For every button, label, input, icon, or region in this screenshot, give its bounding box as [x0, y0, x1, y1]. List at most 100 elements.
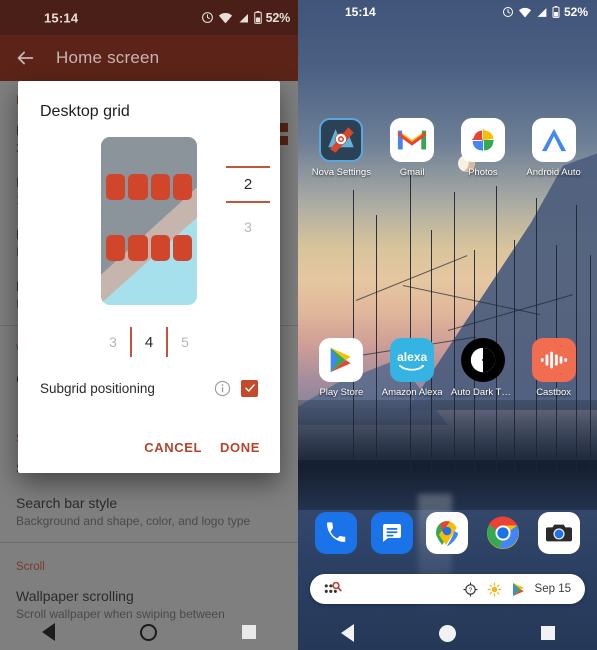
messages-icon[interactable]: [370, 512, 413, 554]
photos-pinwheel-icon: [471, 128, 495, 152]
camera-icon[interactable]: [538, 512, 581, 554]
play-triangle-icon[interactable]: [511, 582, 526, 597]
nav-home-icon[interactable]: [438, 624, 456, 642]
nav-back-icon[interactable]: [340, 624, 354, 642]
subgrid-positioning-row[interactable]: Subgrid positioning: [18, 367, 280, 409]
chrome-logo-icon: [487, 516, 520, 550]
info-icon[interactable]: [214, 380, 231, 397]
status-icons-group: 52%: [502, 5, 588, 19]
search-bar[interactable]: ? Sep 15: [310, 574, 585, 604]
desktop-grid-dialog: Desktop grid 2 3 3 4 5 Subgrid positioni…: [18, 81, 280, 473]
preview-grid-row: [106, 174, 192, 200]
app-label: Play Store: [319, 387, 364, 398]
google-photos-icon: [460, 118, 505, 162]
svg-text:?: ?: [468, 586, 472, 593]
search-bar-date[interactable]: Sep 15: [535, 583, 571, 595]
rows-picker-next[interactable]: 3: [244, 203, 252, 235]
app-label: Gmail: [399, 167, 425, 178]
status-icons-group: 52%: [201, 11, 290, 25]
cancel-button[interactable]: CANCEL: [144, 440, 202, 455]
battery-percent: 52%: [563, 5, 588, 19]
battery-icon: [552, 6, 560, 18]
preview-cell: [150, 174, 170, 200]
nova-search-icon[interactable]: [324, 581, 344, 597]
dots-magnifier-icon: [324, 581, 342, 593]
auto-dark-theme-icon: [460, 338, 505, 382]
app-auto-dark-theme[interactable]: Auto Dark The…: [450, 338, 515, 398]
app-amazon-alexa[interactable]: alexa Amazon Alexa: [381, 338, 443, 398]
google-maps-icon[interactable]: [426, 512, 469, 554]
app-castbox[interactable]: Castbox: [523, 338, 585, 398]
play-triangle-icon: [331, 347, 352, 373]
subgrid-checkbox[interactable]: [241, 379, 258, 397]
page-title: Home screen: [56, 48, 160, 67]
preview-cell: [150, 235, 170, 261]
app-android-auto[interactable]: Android Auto: [523, 118, 585, 178]
gmail-envelope-icon: [398, 130, 427, 150]
app-photos[interactable]: Photos: [452, 118, 514, 178]
amazon-smile-icon: [399, 364, 425, 371]
preview-cell: [172, 235, 192, 261]
app-row-2: Play Store alexa Amazon Alexa Auto Dark …: [298, 338, 597, 398]
mast: [353, 190, 355, 460]
battery-icon: [253, 11, 262, 24]
wifi-icon: [518, 7, 532, 17]
right-nav-bar: [298, 616, 597, 650]
app-play-store[interactable]: Play Store: [310, 338, 372, 398]
half-clock-icon: [470, 347, 496, 373]
settings-list: Layout Desktop grid 2 x 4 Icon layout 12…: [0, 81, 298, 650]
app-label: Photos: [468, 167, 498, 178]
subgrid-label: Subgrid positioning: [40, 380, 155, 396]
sun-icon[interactable]: [487, 582, 502, 597]
right-homescreen-panel: 15:14 52% Nova Settings Gmail Photos And…: [298, 0, 597, 650]
preview-cell: [172, 174, 192, 200]
dock: [298, 512, 597, 554]
app-label: Auto Dark The…: [450, 387, 515, 398]
android-auto-icon: [531, 118, 576, 162]
app-label: Nova Settings: [311, 167, 371, 178]
signal-icon: [537, 7, 547, 17]
nova-settings-icon: [319, 118, 364, 162]
signal-icon: [237, 11, 249, 23]
rows-picker-selected[interactable]: 2: [244, 168, 252, 201]
dual-screenshot: 15:14 52% Home screen Search bar style B…: [0, 0, 597, 650]
message-bubble-icon: [382, 524, 401, 542]
preview-cell: [106, 235, 126, 261]
preview-grid-row: [106, 235, 192, 261]
preview-cell: [128, 174, 148, 200]
phone-handset-icon: [326, 522, 346, 542]
rows-picker[interactable]: 2 3: [222, 166, 274, 235]
help-target-icon[interactable]: ?: [462, 581, 478, 597]
dialog-actions: CANCEL DONE: [18, 440, 280, 473]
done-button[interactable]: DONE: [220, 440, 260, 455]
app-label: Android Auto: [526, 167, 581, 178]
nav-recents-icon[interactable]: [540, 626, 555, 640]
app-gmail[interactable]: Gmail: [381, 118, 443, 178]
app-nova-settings[interactable]: Nova Settings: [310, 118, 372, 178]
maps-pin-icon: [436, 521, 459, 546]
left-status-bar: 15:14 52%: [0, 0, 298, 35]
columns-picker[interactable]: 3 4 5: [18, 317, 280, 367]
grid-preview-card: [101, 137, 197, 305]
preview-cell: [128, 235, 148, 261]
right-status-bar: 15:14 52%: [298, 0, 597, 24]
battery-percent: 52%: [265, 10, 291, 25]
grid-preview-area: 2 3: [18, 121, 280, 321]
search-bar-actions: ? Sep 15: [462, 581, 571, 597]
dialog-title: Desktop grid: [40, 103, 130, 120]
castbox-icon: [531, 338, 576, 382]
columns-picker-selected[interactable]: 4: [132, 334, 166, 351]
back-arrow-icon[interactable]: [14, 47, 36, 69]
chrome-icon[interactable]: [482, 512, 524, 554]
status-time: 15:14: [345, 5, 376, 19]
alarm-icon: [201, 12, 213, 23]
mast: [410, 175, 412, 475]
columns-picker-next[interactable]: 5: [168, 334, 202, 350]
wifi-icon: [218, 12, 232, 23]
app-row-1: Nova Settings Gmail Photos Android Auto: [298, 118, 597, 178]
columns-picker-prev[interactable]: 3: [96, 334, 130, 350]
play-store-icon: [319, 338, 364, 382]
app-label: Castbox: [536, 387, 572, 398]
phone-icon[interactable]: [314, 512, 357, 554]
left-toolbar: Home screen: [0, 35, 298, 81]
